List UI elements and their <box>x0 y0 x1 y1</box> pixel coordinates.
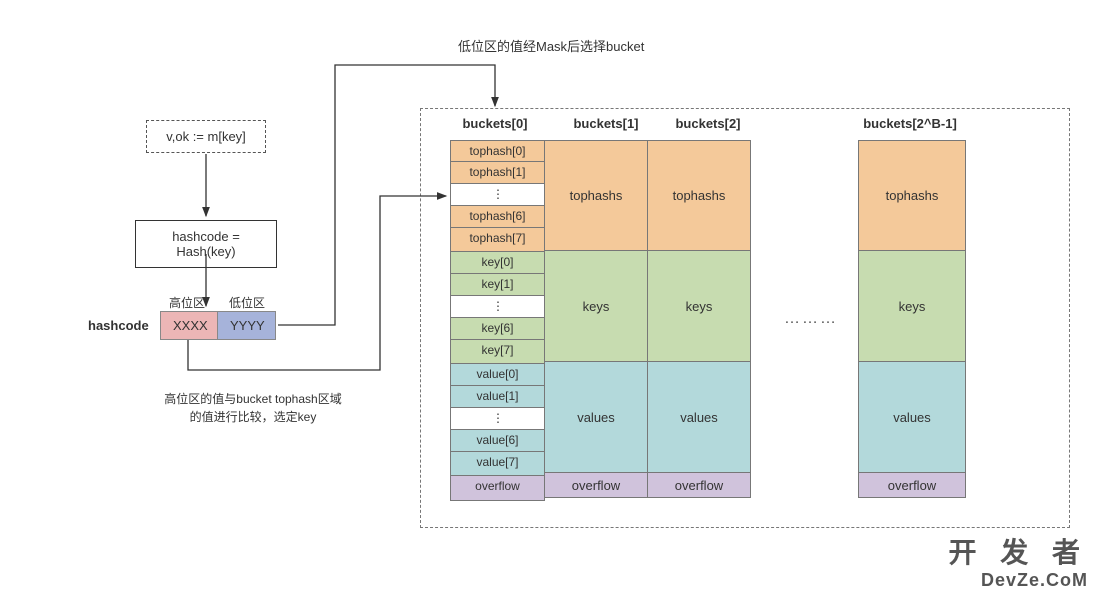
low-region-mask-label: 低位区的值经Mask后选择bucket <box>458 36 644 55</box>
blast-values: values <box>858 362 966 473</box>
bucket1-column: tophashs keys values overflow <box>545 140 648 498</box>
bucket-header-0: buckets[0] <box>450 116 540 131</box>
b0-key-1: key[1] <box>450 274 545 296</box>
bucket-header-1: buckets[1] <box>556 116 656 131</box>
blast-keys: keys <box>858 251 966 362</box>
b1-values: values <box>545 362 648 473</box>
b0-tophash-7: tophash[7] <box>450 228 545 252</box>
high-compare-explain: 高位区的值与bucket tophash区域 的值进行比较，选定key <box>148 390 358 426</box>
b1-overflow: overflow <box>545 473 648 498</box>
step2-text: hashcode = Hash(key) <box>172 229 240 259</box>
b0-value-1: value[1] <box>450 386 545 408</box>
bucket-last-column: tophashs keys values overflow <box>858 140 966 498</box>
bucket2-column: tophashs keys values overflow <box>648 140 751 498</box>
hashcode-high-cell: XXXX <box>160 311 218 340</box>
b0-key-0: key[0] <box>450 252 545 274</box>
low-region-label: 低位区 <box>222 294 272 311</box>
step2-box: hashcode = Hash(key) <box>135 220 277 268</box>
b0-key-6: key[6] <box>450 318 545 340</box>
b0-value-7: value[7] <box>450 452 545 476</box>
watermark-line2: DevZe.CoM <box>981 570 1088 591</box>
b0-tophash-0: tophash[0] <box>450 140 545 162</box>
b0-tophash-1: tophash[1] <box>450 162 545 184</box>
high-compare-l2: 的值进行比较，选定key <box>190 410 317 424</box>
blast-tophashs: tophashs <box>858 140 966 251</box>
buckets-ellipsis: ……… <box>784 310 838 328</box>
high-region-label: 高位区 <box>162 294 212 311</box>
b0-tophash-6: tophash[6] <box>450 206 545 228</box>
b2-values: values <box>648 362 751 473</box>
step1-text: v,ok := m[key] <box>166 129 246 144</box>
step1-box: v,ok := m[key] <box>146 120 266 153</box>
b2-keys: keys <box>648 251 751 362</box>
hashcode-low-cell: YYYY <box>218 311 276 340</box>
b0-value-ellipsis: ⋮ <box>450 408 545 430</box>
b0-tophash-ellipsis: ⋮ <box>450 184 545 206</box>
b2-tophashs: tophashs <box>648 140 751 251</box>
b0-overflow: overflow <box>450 476 545 501</box>
watermark-line1: 开 发 者 <box>948 537 1088 568</box>
b0-key-7: key[7] <box>450 340 545 364</box>
high-compare-l1: 高位区的值与bucket tophash区域 <box>164 392 341 406</box>
b0-key-ellipsis: ⋮ <box>450 296 545 318</box>
b0-value-6: value[6] <box>450 430 545 452</box>
hashcode-label: hashcode <box>88 318 149 333</box>
bucket-header-2: buckets[2] <box>658 116 758 131</box>
b0-value-0: value[0] <box>450 364 545 386</box>
bucket0-column: tophash[0] tophash[1] ⋮ tophash[6] topha… <box>450 140 545 501</box>
b1-keys: keys <box>545 251 648 362</box>
b1-tophashs: tophashs <box>545 140 648 251</box>
bucket-header-last: buckets[2^B-1] <box>850 116 970 131</box>
blast-overflow: overflow <box>858 473 966 498</box>
b2-overflow: overflow <box>648 473 751 498</box>
